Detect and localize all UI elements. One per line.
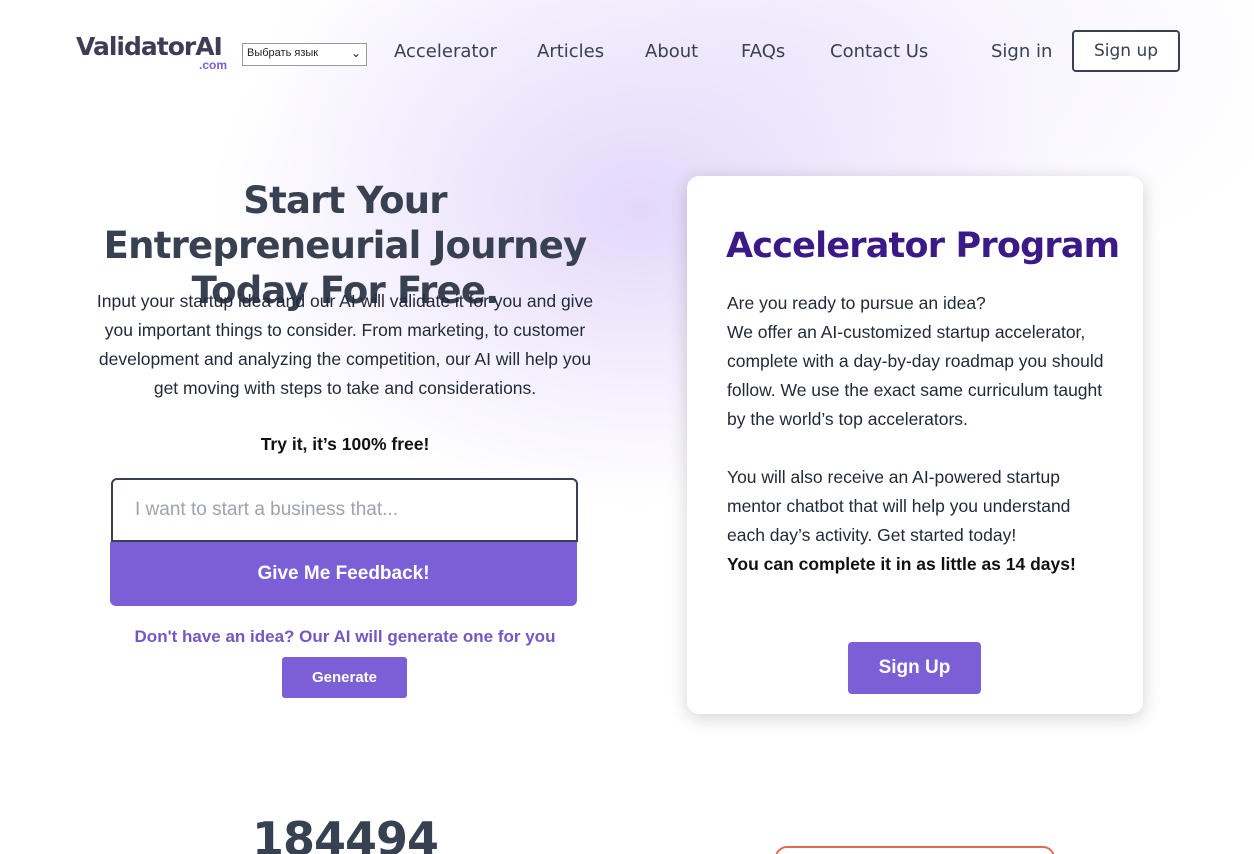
- card-body: Are you ready to pursue an idea? We offe…: [727, 289, 1112, 579]
- card-paragraph-mentor: You will also receive an AI-powered star…: [727, 467, 1071, 545]
- generate-idea-button[interactable]: Generate: [282, 657, 407, 698]
- stats-counter: 184494: [252, 812, 439, 854]
- nav-faqs[interactable]: FAQs: [741, 41, 785, 62]
- business-idea-input[interactable]: I want to start a business that...: [111, 478, 578, 542]
- signup-button[interactable]: Sign up: [1072, 30, 1180, 72]
- no-idea-prompt: Don't have an idea? Our AI will generate…: [134, 627, 556, 646]
- stats-outline-box: [775, 846, 1055, 854]
- accelerator-program-card: Accelerator Program Are you ready to pur…: [687, 176, 1143, 714]
- site-header: ValidatorAI .com Выбрать язык ⌄ Accelera…: [0, 0, 1254, 100]
- give-feedback-button[interactable]: Give Me Feedback!: [110, 542, 577, 606]
- nav-articles[interactable]: Articles: [537, 41, 604, 62]
- card-paragraph-question: Are you ready to pursue an idea?: [727, 293, 986, 313]
- free-note: Try it, it’s 100% free!: [260, 434, 430, 454]
- validatorai-logo[interactable]: ValidatorAI .com: [76, 32, 231, 72]
- nav-about[interactable]: About: [645, 41, 698, 62]
- signin-link[interactable]: Sign in: [991, 41, 1052, 62]
- hero-description: Input your startup idea and our AI will …: [96, 291, 594, 398]
- card-highlight: You can complete it in as little as 14 d…: [727, 554, 1076, 574]
- logo-domain-suffix: .com: [198, 58, 227, 72]
- nav-contact-us[interactable]: Contact Us: [830, 41, 928, 62]
- card-paragraph-offer: We offer an AI-customized startup accele…: [727, 322, 1104, 429]
- language-select[interactable]: Выбрать язык ⌄: [242, 43, 367, 66]
- nav-accelerator[interactable]: Accelerator: [394, 41, 497, 62]
- card-signup-button[interactable]: Sign Up: [848, 642, 981, 694]
- card-title: Accelerator Program: [726, 226, 1120, 266]
- chevron-down-icon: ⌄: [350, 46, 361, 60]
- language-select-value: Выбрать язык: [247, 47, 319, 59]
